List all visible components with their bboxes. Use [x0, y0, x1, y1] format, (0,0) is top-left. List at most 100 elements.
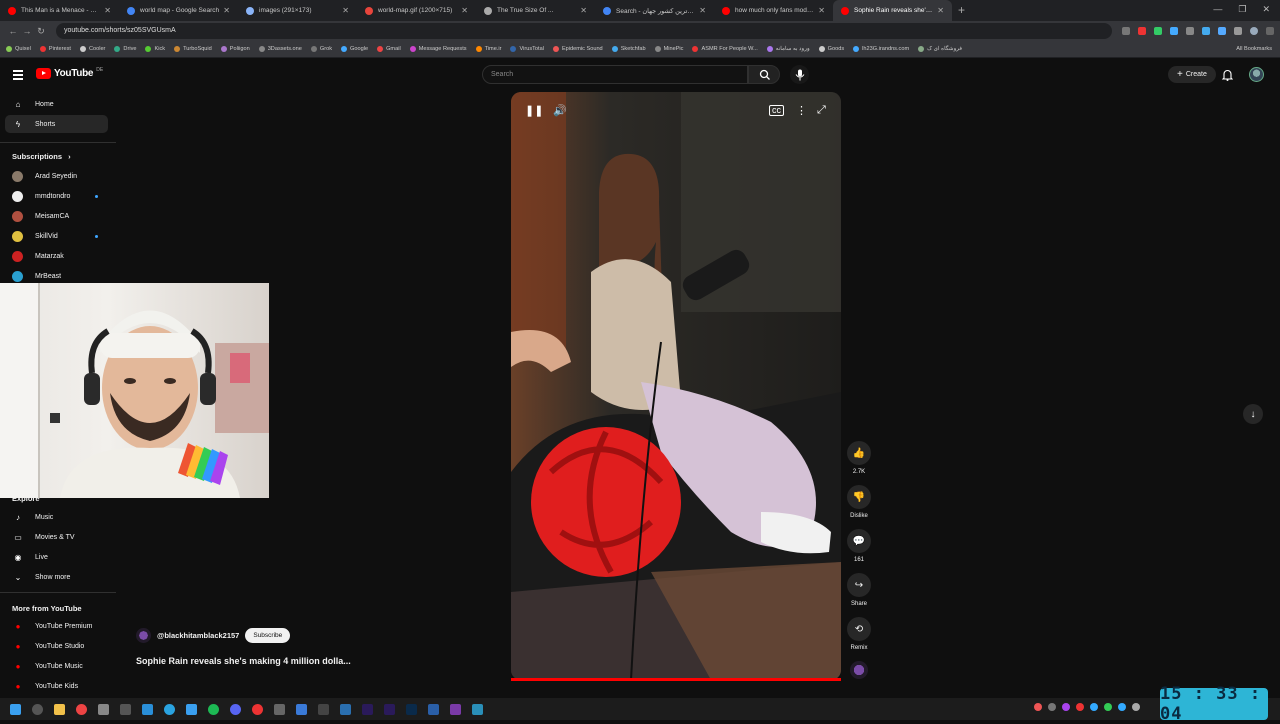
bookmark-item[interactable]: MinePic — [654, 46, 683, 52]
bookmark-item[interactable]: Pinterest — [39, 46, 71, 52]
close-window-icon[interactable]: ✕ — [1262, 4, 1270, 15]
bookmark-item[interactable]: VirusTotal — [510, 46, 544, 52]
app-icon[interactable] — [142, 703, 153, 715]
channel-avatar[interactable] — [136, 628, 151, 643]
chrome-icon[interactable] — [76, 703, 87, 715]
maximize-icon[interactable]: ❐ — [1238, 4, 1246, 15]
app-icon[interactable] — [186, 703, 197, 715]
tray-icon[interactable] — [1104, 703, 1112, 711]
volume-icon[interactable]: 🔊 — [553, 104, 567, 117]
pause-icon[interactable]: ❚❚ — [525, 104, 543, 117]
youtube-logo[interactable]: YouTube DE — [36, 67, 103, 79]
browser-tab[interactable]: how much only fans models m ✕ — [714, 0, 833, 21]
voice-search-button[interactable] — [790, 65, 809, 84]
tray-icon[interactable] — [1034, 703, 1042, 711]
extensions-puzzle-icon[interactable] — [1234, 27, 1242, 35]
bookmark-star-icon[interactable] — [1122, 27, 1130, 35]
extension-icon[interactable] — [1218, 27, 1226, 35]
more-options-icon[interactable]: ⋮ — [796, 104, 807, 117]
bookmark-item[interactable]: Message Requests — [409, 46, 467, 52]
browser-tab[interactable]: Search - پهناور ترین کشور جهان✕ — [595, 0, 714, 21]
browser-tab[interactable]: world-map.gif (1200×715) ✕ — [357, 0, 476, 21]
profile-icon[interactable] — [1250, 27, 1258, 35]
app-icon[interactable] — [428, 703, 439, 715]
search-button[interactable] — [748, 65, 780, 84]
sidebar-more-item[interactable]: ● YouTube Music — [5, 657, 108, 675]
telegram-icon[interactable] — [164, 703, 175, 715]
menu-icon[interactable] — [13, 70, 23, 82]
bookmark-item[interactable]: Kick — [145, 46, 165, 52]
close-tab-icon[interactable]: ✕ — [580, 6, 587, 15]
fullscreen-icon[interactable]: ⤢ — [817, 104, 826, 117]
browser-tab[interactable]: world map - Google Search ✕ — [119, 0, 238, 21]
next-short-arrow-icon[interactable]: ↓ — [1243, 404, 1263, 424]
bookmark-item[interactable]: lh23G.irandns.com — [853, 46, 909, 52]
like-button[interactable]: 👍 2.7K — [846, 441, 872, 475]
tray-icon[interactable] — [1048, 703, 1056, 711]
file-explorer-icon[interactable] — [54, 703, 65, 715]
app-icon[interactable] — [296, 703, 307, 715]
app-icon[interactable] — [98, 703, 109, 715]
browser-tab[interactable]: The True Size Of ... ✕ — [476, 0, 595, 21]
close-tab-icon[interactable]: ✕ — [223, 6, 230, 15]
sidebar-subscription[interactable]: Matarzak — [5, 247, 108, 265]
comments-button[interactable]: 💬 161 — [846, 529, 872, 563]
close-tab-icon[interactable]: ✕ — [699, 6, 706, 15]
tray-icon[interactable] — [1118, 703, 1126, 711]
forward-icon[interactable]: → — [20, 26, 34, 36]
bookmark-item[interactable]: Cooler — [79, 46, 105, 52]
sidebar-item-music[interactable]: ♪ Music — [5, 508, 108, 526]
close-tab-icon[interactable]: ✕ — [461, 6, 468, 15]
sidebar-item-shorts[interactable]: ϟ Shorts — [5, 115, 108, 133]
notifications-bell-icon[interactable] — [1222, 69, 1233, 81]
photoshop-icon[interactable] — [406, 703, 417, 715]
extension-icon[interactable] — [1186, 27, 1194, 35]
shorts-video-player[interactable]: ❚❚ 🔊 cc ⋮ ⤢ — [511, 92, 841, 680]
after-effects-icon[interactable] — [362, 703, 373, 715]
bookmark-item[interactable]: Epidemic Sound — [552, 46, 603, 52]
bookmark-item[interactable]: Time.ir — [475, 46, 501, 52]
sidebar-item-movies[interactable]: ▭ Movies & TV — [5, 528, 108, 546]
app-icon[interactable] — [274, 703, 285, 715]
account-avatar[interactable] — [1249, 67, 1264, 82]
show-more-button[interactable]: ⌄ Show more — [5, 568, 108, 586]
tray-icon[interactable] — [1062, 703, 1070, 711]
dislike-button[interactable]: 👎 Dislike — [846, 485, 872, 519]
short-title[interactable]: Sophie Rain reveals she's making 4 milli… — [136, 656, 351, 666]
app-icon[interactable] — [450, 703, 461, 715]
browser-tab[interactable]: This Man is a Menace - YouTube✕ — [0, 0, 119, 21]
discord-icon[interactable] — [230, 703, 241, 715]
create-button[interactable]: + Create — [1168, 66, 1216, 83]
windows-start-icon[interactable] — [10, 703, 21, 715]
app-icon[interactable] — [318, 703, 329, 715]
sidebar-more-item[interactable]: ● YouTube Premium — [5, 617, 108, 635]
bookmark-item[interactable]: ورود به سامانه — [766, 46, 810, 52]
sound-avatar[interactable] — [846, 661, 872, 679]
menu-dots-icon[interactable] — [1266, 27, 1274, 35]
subscriptions-header[interactable]: Subscriptions › — [12, 152, 71, 161]
sidebar-item-home[interactable]: ⌂ Home — [5, 95, 108, 113]
extension-icon[interactable] — [1138, 27, 1146, 35]
sidebar-item-live[interactable]: ◉ Live — [5, 548, 108, 566]
bookmark-item[interactable]: Quixel — [6, 46, 31, 52]
subscribe-button[interactable]: Subscribe — [245, 628, 291, 643]
app-icon[interactable] — [120, 703, 131, 715]
reload-icon[interactable]: ↻ — [34, 26, 48, 37]
remix-button[interactable]: ⟲ Remix — [846, 617, 872, 651]
app-icon[interactable] — [472, 703, 483, 715]
bookmark-item[interactable]: TurboSquid — [174, 46, 212, 52]
bookmark-item[interactable]: 3Dassets.one — [258, 46, 302, 52]
close-tab-icon[interactable]: ✕ — [937, 6, 944, 15]
bookmark-item[interactable]: Gmail — [377, 46, 401, 52]
sidebar-subscription[interactable]: MeisamCA — [5, 207, 108, 225]
sidebar-subscription[interactable]: SkillVid — [5, 227, 108, 245]
bookmark-item[interactable]: Grok — [310, 46, 332, 52]
bookmark-item[interactable]: Google — [341, 46, 368, 52]
search-input[interactable]: Search — [482, 65, 748, 84]
search-icon[interactable] — [32, 703, 43, 715]
extension-icon[interactable] — [1154, 27, 1162, 35]
sidebar-subscription[interactable]: mmdtondro — [5, 187, 108, 205]
tray-icon[interactable] — [1076, 703, 1084, 711]
bookmark-item[interactable]: Poliigon — [220, 46, 250, 52]
new-tab-button[interactable]: + — [958, 0, 965, 21]
